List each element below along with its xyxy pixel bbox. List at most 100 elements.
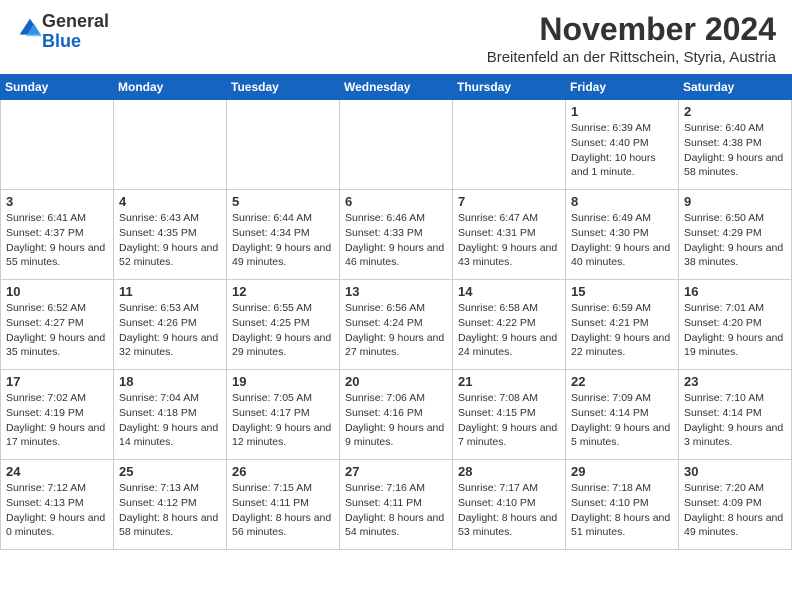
calendar-cell: 26 Sunrise: 7:15 AM Sunset: 4:11 PM Dayli… [227, 460, 340, 550]
day-info: Sunrise: 6:56 AM Sunset: 4:24 PM Dayligh… [345, 301, 447, 360]
day-number: 6 [345, 194, 447, 209]
day-number: 28 [458, 464, 560, 479]
day-number: 7 [458, 194, 560, 209]
day-info: Sunrise: 7:04 AM Sunset: 4:18 PM Dayligh… [119, 391, 221, 450]
day-number: 17 [6, 374, 108, 389]
calendar-cell: 21 Sunrise: 7:08 AM Sunset: 4:15 PM Dayli… [453, 370, 566, 460]
calendar-cell: 9 Sunrise: 6:50 AM Sunset: 4:29 PM Daylig… [679, 190, 792, 280]
location: Breitenfeld an der Rittschein, Styria, A… [487, 49, 776, 66]
day-number: 13 [345, 284, 447, 299]
calendar-cell [453, 100, 566, 190]
calendar-cell: 27 Sunrise: 7:16 AM Sunset: 4:11 PM Dayli… [340, 460, 453, 550]
day-info: Sunrise: 6:59 AM Sunset: 4:21 PM Dayligh… [571, 301, 673, 360]
calendar-cell: 29 Sunrise: 7:18 AM Sunset: 4:10 PM Dayli… [566, 460, 679, 550]
week-row-2: 3 Sunrise: 6:41 AM Sunset: 4:37 PM Daylig… [1, 190, 792, 280]
day-info: Sunrise: 6:39 AM Sunset: 4:40 PM Dayligh… [571, 121, 673, 180]
day-number: 16 [684, 284, 786, 299]
day-info: Sunrise: 7:13 AM Sunset: 4:12 PM Dayligh… [119, 481, 221, 540]
weekday-header-saturday: Saturday [679, 75, 792, 100]
day-info: Sunrise: 7:12 AM Sunset: 4:13 PM Dayligh… [6, 481, 108, 540]
day-info: Sunrise: 6:49 AM Sunset: 4:30 PM Dayligh… [571, 211, 673, 270]
day-info: Sunrise: 7:01 AM Sunset: 4:20 PM Dayligh… [684, 301, 786, 360]
day-number: 4 [119, 194, 221, 209]
calendar-cell: 14 Sunrise: 6:58 AM Sunset: 4:22 PM Dayli… [453, 280, 566, 370]
calendar-cell: 15Sunrise: 6:59 AM Sunset: 4:21 PM Dayli… [566, 280, 679, 370]
day-info: Sunrise: 6:50 AM Sunset: 4:29 PM Dayligh… [684, 211, 786, 270]
calendar-cell: 4 Sunrise: 6:43 AM Sunset: 4:35 PM Daylig… [114, 190, 227, 280]
calendar-cell: 17 Sunrise: 7:02 AM Sunset: 4:19 PM Dayli… [1, 370, 114, 460]
day-info: Sunrise: 7:05 AM Sunset: 4:17 PM Dayligh… [232, 391, 334, 450]
logo-blue: Blue [42, 31, 81, 51]
month-title: November 2024 [487, 12, 776, 47]
calendar-cell: 18 Sunrise: 7:04 AM Sunset: 4:18 PM Dayli… [114, 370, 227, 460]
day-info: Sunrise: 7:06 AM Sunset: 4:16 PM Dayligh… [345, 391, 447, 450]
calendar-cell: 8 Sunrise: 6:49 AM Sunset: 4:30 PM Daylig… [566, 190, 679, 280]
calendar-cell [227, 100, 340, 190]
week-row-3: 10Sunrise: 6:52 AM Sunset: 4:27 PM Dayli… [1, 280, 792, 370]
day-number: 20 [345, 374, 447, 389]
calendar-cell: 23Sunrise: 7:10 AM Sunset: 4:14 PM Dayli… [679, 370, 792, 460]
day-number: 26 [232, 464, 334, 479]
day-number: 10 [6, 284, 108, 299]
calendar-cell: 12 Sunrise: 6:55 AM Sunset: 4:25 PM Dayli… [227, 280, 340, 370]
calendar-cell: 28Sunrise: 7:17 AM Sunset: 4:10 PM Dayli… [453, 460, 566, 550]
day-number: 19 [232, 374, 334, 389]
calendar-cell: 1 Sunrise: 6:39 AM Sunset: 4:40 PM Daylig… [566, 100, 679, 190]
weekday-header-friday: Friday [566, 75, 679, 100]
calendar-cell: 24 Sunrise: 7:12 AM Sunset: 4:13 PM Dayli… [1, 460, 114, 550]
day-number: 12 [232, 284, 334, 299]
day-info: Sunrise: 6:41 AM Sunset: 4:37 PM Dayligh… [6, 211, 108, 270]
day-number: 2 [684, 104, 786, 119]
day-number: 9 [684, 194, 786, 209]
day-number: 22 [571, 374, 673, 389]
day-info: Sunrise: 7:15 AM Sunset: 4:11 PM Dayligh… [232, 481, 334, 540]
day-info: Sunrise: 6:44 AM Sunset: 4:34 PM Dayligh… [232, 211, 334, 270]
day-number: 5 [232, 194, 334, 209]
day-info: Sunrise: 7:08 AM Sunset: 4:15 PM Dayligh… [458, 391, 560, 450]
calendar-cell: 20 Sunrise: 7:06 AM Sunset: 4:16 PM Dayli… [340, 370, 453, 460]
calendar-cell [340, 100, 453, 190]
weekday-header-monday: Monday [114, 75, 227, 100]
day-number: 1 [571, 104, 673, 119]
day-number: 8 [571, 194, 673, 209]
calendar-cell: 30Sunrise: 7:20 AM Sunset: 4:09 PM Dayli… [679, 460, 792, 550]
week-row-1: 1 Sunrise: 6:39 AM Sunset: 4:40 PM Daylig… [1, 100, 792, 190]
calendar-cell [114, 100, 227, 190]
day-info: Sunrise: 6:40 AM Sunset: 4:38 PM Dayligh… [684, 121, 786, 180]
day-info: Sunrise: 7:16 AM Sunset: 4:11 PM Dayligh… [345, 481, 447, 540]
day-info: Sunrise: 7:09 AM Sunset: 4:14 PM Dayligh… [571, 391, 673, 450]
calendar-cell: 25Sunrise: 7:13 AM Sunset: 4:12 PM Dayli… [114, 460, 227, 550]
day-info: Sunrise: 6:43 AM Sunset: 4:35 PM Dayligh… [119, 211, 221, 270]
logo-icon [18, 17, 42, 41]
day-info: Sunrise: 7:02 AM Sunset: 4:19 PM Dayligh… [6, 391, 108, 450]
day-info: Sunrise: 7:10 AM Sunset: 4:14 PM Dayligh… [684, 391, 786, 450]
day-number: 27 [345, 464, 447, 479]
day-info: Sunrise: 6:47 AM Sunset: 4:31 PM Dayligh… [458, 211, 560, 270]
day-info: Sunrise: 6:53 AM Sunset: 4:26 PM Dayligh… [119, 301, 221, 360]
day-info: Sunrise: 6:55 AM Sunset: 4:25 PM Dayligh… [232, 301, 334, 360]
calendar-cell: 13 Sunrise: 6:56 AM Sunset: 4:24 PM Dayli… [340, 280, 453, 370]
weekday-header-row: SundayMondayTuesdayWednesdayThursdayFrid… [1, 75, 792, 100]
calendar-cell: 22 Sunrise: 7:09 AM Sunset: 4:14 PM Dayli… [566, 370, 679, 460]
logo-general: General [42, 11, 109, 31]
day-number: 29 [571, 464, 673, 479]
page-header: General Blue November 2024 Breitenfeld a… [0, 0, 792, 74]
weekday-header-sunday: Sunday [1, 75, 114, 100]
day-number: 3 [6, 194, 108, 209]
day-number: 30 [684, 464, 786, 479]
weekday-header-wednesday: Wednesday [340, 75, 453, 100]
day-info: Sunrise: 7:18 AM Sunset: 4:10 PM Dayligh… [571, 481, 673, 540]
title-block: November 2024 Breitenfeld an der Rittsch… [487, 12, 776, 66]
calendar-cell: 19 Sunrise: 7:05 AM Sunset: 4:17 PM Dayli… [227, 370, 340, 460]
day-info: Sunrise: 6:46 AM Sunset: 4:33 PM Dayligh… [345, 211, 447, 270]
calendar-cell: 11Sunrise: 6:53 AM Sunset: 4:26 PM Dayli… [114, 280, 227, 370]
day-number: 21 [458, 374, 560, 389]
calendar-table: SundayMondayTuesdayWednesdayThursdayFrid… [0, 74, 792, 550]
day-number: 24 [6, 464, 108, 479]
day-info: Sunrise: 6:58 AM Sunset: 4:22 PM Dayligh… [458, 301, 560, 360]
calendar-cell: 16 Sunrise: 7:01 AM Sunset: 4:20 PM Dayli… [679, 280, 792, 370]
weekday-header-tuesday: Tuesday [227, 75, 340, 100]
logo: General Blue [16, 12, 109, 52]
day-number: 14 [458, 284, 560, 299]
day-number: 18 [119, 374, 221, 389]
